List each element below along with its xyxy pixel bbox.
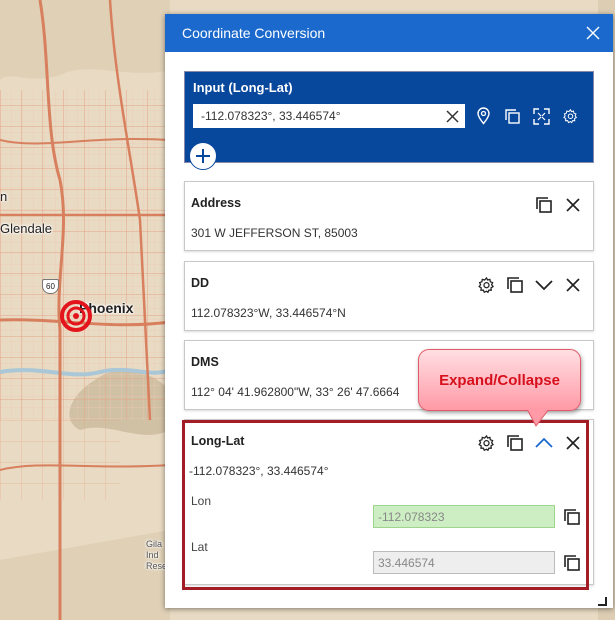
address-remove-button[interactable] bbox=[563, 195, 583, 215]
close-icon bbox=[566, 436, 580, 450]
copy-icon bbox=[564, 509, 580, 525]
widget-header: Coordinate Conversion bbox=[165, 14, 613, 52]
dd-settings-button[interactable] bbox=[476, 275, 496, 295]
address-value: 301 W JEFFERSON ST, 85003 bbox=[191, 226, 358, 240]
gear-icon bbox=[477, 434, 494, 451]
copy-icon bbox=[507, 435, 523, 451]
input-panel: Input (Long-Lat) bbox=[184, 71, 594, 170]
map-label-fragment: n bbox=[0, 189, 8, 204]
coordinate-conversion-widget: Coordinate Conversion Input (Long-Lat) -… bbox=[165, 14, 613, 608]
dd-value: 112.078323°W, 33.446574°N bbox=[191, 306, 346, 320]
expand-collapse-callout: Expand/Collapse bbox=[418, 349, 581, 411]
input-settings-button[interactable] bbox=[562, 108, 579, 125]
map-pin-icon bbox=[477, 107, 490, 125]
lat-input[interactable] bbox=[373, 551, 555, 574]
lat-copy-button[interactable] bbox=[563, 554, 581, 572]
dms-title: DMS bbox=[191, 355, 219, 369]
lon-input[interactable] bbox=[373, 505, 555, 528]
close-icon bbox=[566, 198, 580, 212]
copy-icon bbox=[507, 277, 523, 293]
input-panel-label: Input (Long-Lat) bbox=[193, 80, 293, 95]
callout-pointer bbox=[527, 408, 549, 427]
chevron-up-icon bbox=[535, 437, 553, 448]
address-title: Address bbox=[191, 196, 242, 210]
map-point-button[interactable] bbox=[475, 107, 492, 125]
longlat-value: -112.078323°, 33.446574° bbox=[189, 464, 329, 478]
close-icon bbox=[586, 26, 600, 40]
coordinate-input-box bbox=[193, 104, 465, 128]
clear-icon bbox=[446, 109, 459, 123]
longlat-settings-button[interactable] bbox=[476, 433, 496, 453]
copy-icon bbox=[536, 197, 552, 213]
longlat-collapse-button[interactable] bbox=[534, 433, 554, 453]
lat-label: Lat bbox=[191, 540, 208, 554]
resize-handle-icon[interactable] bbox=[597, 596, 607, 606]
highway-shield: 60 bbox=[42, 279, 59, 294]
dd-card: DD 112.078323°W, 33.446574°N bbox=[184, 261, 594, 331]
lon-label: Lon bbox=[191, 494, 212, 508]
widget-close-button[interactable] bbox=[585, 25, 601, 41]
close-icon bbox=[566, 278, 580, 292]
dd-copy-button[interactable] bbox=[505, 275, 525, 295]
location-target-icon bbox=[60, 300, 92, 332]
longlat-card: Long-Lat -112.078323°, 33.446574° Lon -1… bbox=[184, 419, 594, 585]
address-copy-button[interactable] bbox=[534, 195, 554, 215]
coordinate-input[interactable] bbox=[201, 109, 431, 123]
chevron-down-icon bbox=[535, 280, 553, 291]
address-card: Address 301 W JEFFERSON ST, 85003 bbox=[184, 181, 594, 251]
lon-copy-button[interactable] bbox=[563, 508, 581, 526]
gear-icon bbox=[477, 276, 494, 293]
copy-icon bbox=[505, 108, 520, 124]
zoom-to-button[interactable] bbox=[533, 107, 550, 125]
longlat-copy-button[interactable] bbox=[505, 433, 525, 453]
expand-icon bbox=[533, 107, 550, 125]
dms-value: 112° 04' 41.962800"W, 33° 26' 47.6664 bbox=[191, 385, 400, 399]
plus-icon bbox=[196, 149, 210, 163]
dd-title: DD bbox=[191, 276, 210, 290]
longlat-remove-button[interactable] bbox=[563, 433, 583, 453]
copy-input-button[interactable] bbox=[504, 108, 521, 125]
add-conversion-button[interactable] bbox=[189, 142, 217, 170]
map-label-gila: Gila Ind Rese bbox=[146, 539, 168, 571]
longlat-title: Long-Lat bbox=[191, 434, 245, 448]
dd-expand-button[interactable] bbox=[534, 275, 554, 295]
widget-title: Coordinate Conversion bbox=[182, 25, 326, 41]
clear-input-button[interactable] bbox=[446, 109, 459, 123]
dd-remove-button[interactable] bbox=[563, 275, 583, 295]
map-label-glendale: Glendale bbox=[0, 221, 53, 236]
gear-icon bbox=[563, 108, 578, 123]
copy-icon bbox=[564, 555, 580, 571]
